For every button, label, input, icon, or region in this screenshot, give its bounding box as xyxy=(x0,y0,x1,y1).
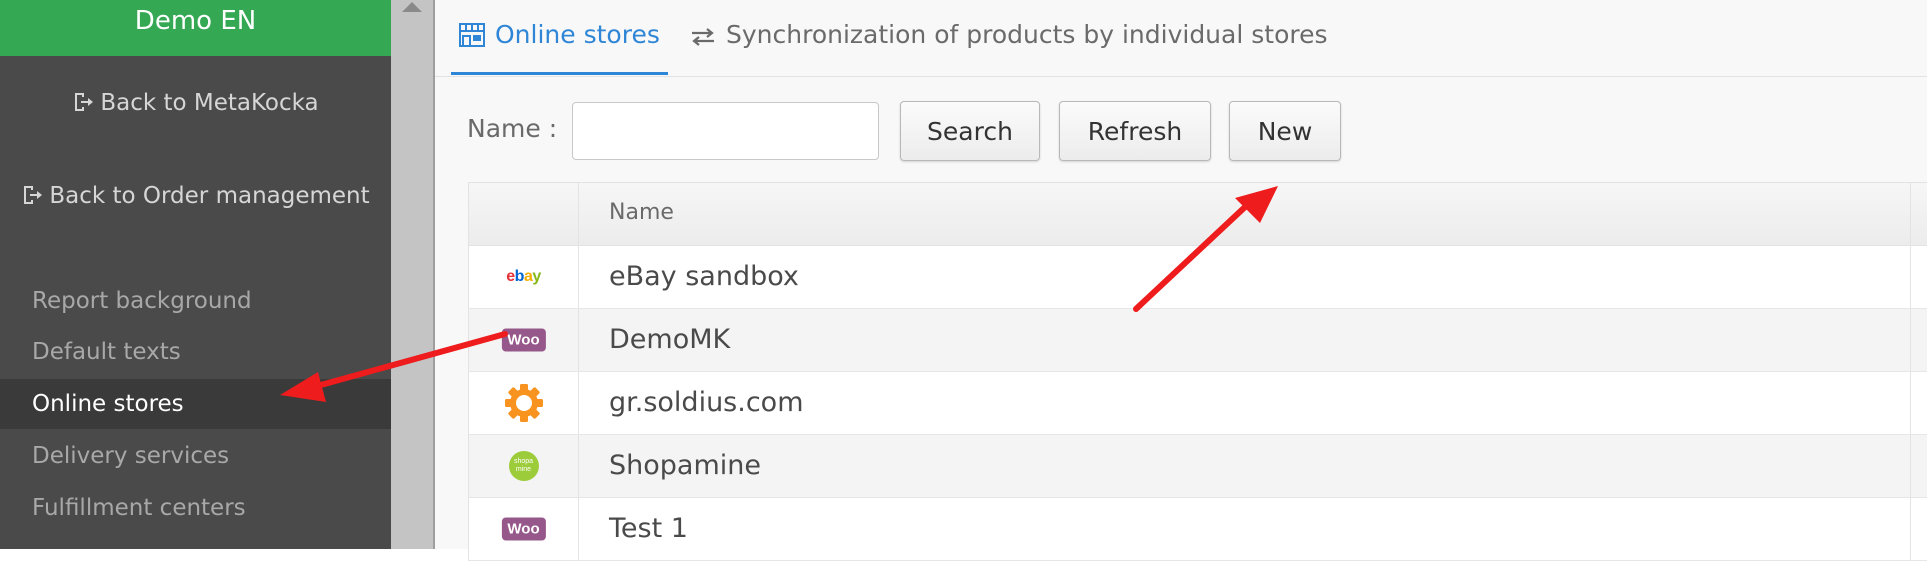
sign-out-icon xyxy=(75,93,94,111)
sidebar-item-online-stores[interactable]: Online stores xyxy=(0,379,391,429)
column-divider xyxy=(1910,498,1911,560)
store-name: eBay sandbox xyxy=(609,261,799,292)
store-name: Test 1 xyxy=(609,513,688,544)
column-divider xyxy=(1910,183,1911,245)
tab-online-stores-label: Online stores xyxy=(495,20,660,49)
tab-synchronization[interactable]: Synchronization of products by individua… xyxy=(690,20,1328,74)
tab-bar: Online stores Synchronization of product… xyxy=(435,0,1927,77)
gear-icon xyxy=(504,384,543,422)
brand-title: Demo EN xyxy=(0,0,391,56)
table-row[interactable]: Woo DemoMK xyxy=(469,309,1927,372)
sidebar-scrollbar[interactable] xyxy=(391,0,433,549)
tab-synchronization-label: Synchronization of products by individua… xyxy=(726,20,1328,49)
storefront-icon xyxy=(459,23,485,47)
sidebar-item-default-texts[interactable]: Default texts xyxy=(0,327,391,377)
table-row[interactable]: Woo Test 1 xyxy=(469,498,1927,561)
table-row[interactable]: ebay eBay sandbox xyxy=(469,246,1927,309)
shopamine-logo-icon: shopa mine xyxy=(508,451,539,481)
logo-cell: Woo xyxy=(469,309,579,371)
refresh-button[interactable]: Refresh xyxy=(1059,101,1211,161)
column-divider xyxy=(1910,435,1911,497)
sidebar: Demo EN Back to MetaKocka Back to Order … xyxy=(0,0,391,549)
logo-cell: shopa mine xyxy=(469,435,579,497)
ebay-logo-icon: ebay xyxy=(506,268,541,285)
sidebar-item-fulfillment-centers[interactable]: Fulfillment centers xyxy=(0,483,391,533)
stores-table: Name ebay eBay sandbox Woo DemoMK gr.sol… xyxy=(468,182,1927,561)
new-button[interactable]: New xyxy=(1229,101,1341,161)
logo-column-header xyxy=(469,183,579,245)
woocommerce-logo-icon: Woo xyxy=(501,517,546,541)
back-to-order-management-link[interactable]: Back to Order management xyxy=(0,183,391,209)
table-row[interactable]: gr.soldius.com xyxy=(469,372,1927,435)
table-row[interactable]: shopa mine Shopamine xyxy=(469,435,1927,498)
sidebar-item-delivery-services[interactable]: Delivery services xyxy=(0,431,391,481)
main-content: Online stores Synchronization of product… xyxy=(435,0,1927,561)
logo-cell: Woo xyxy=(469,498,579,560)
logo-cell: ebay xyxy=(469,246,579,308)
logo-cell xyxy=(469,372,579,434)
sidebar-item-report-background[interactable]: Report background xyxy=(0,276,391,326)
store-name: gr.soldius.com xyxy=(609,387,804,418)
scroll-up-arrow-icon[interactable] xyxy=(402,2,422,12)
exchange-arrows-icon xyxy=(692,28,714,46)
tab-online-stores[interactable]: Online stores xyxy=(451,20,668,75)
table-header: Name xyxy=(469,182,1927,246)
name-column-header[interactable]: Name xyxy=(609,200,674,225)
column-divider xyxy=(1910,246,1911,308)
sign-out-icon xyxy=(24,186,43,204)
store-name: DemoMK xyxy=(609,324,731,355)
name-filter-input[interactable] xyxy=(572,102,879,160)
column-divider xyxy=(1910,372,1911,434)
back-to-metakocka-link[interactable]: Back to MetaKocka xyxy=(0,90,391,116)
back-to-metakocka-label: Back to MetaKocka xyxy=(100,90,319,116)
back-to-order-management-label: Back to Order management xyxy=(49,183,370,209)
store-name: Shopamine xyxy=(609,450,761,481)
column-divider xyxy=(1910,309,1911,371)
name-filter-label: Name : xyxy=(467,114,558,143)
search-button[interactable]: Search xyxy=(900,101,1040,161)
woocommerce-logo-icon: Woo xyxy=(501,328,546,352)
